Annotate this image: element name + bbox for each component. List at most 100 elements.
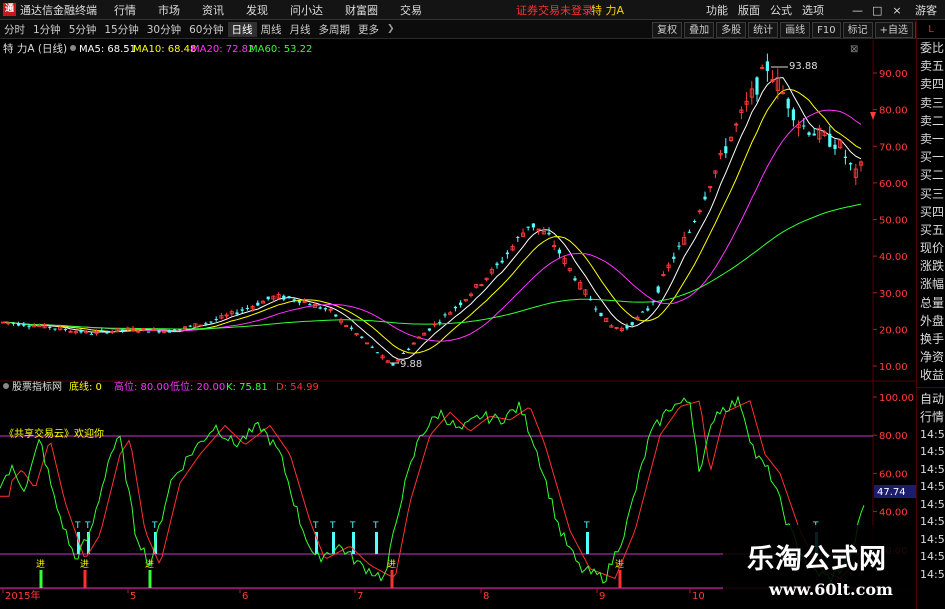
side-panel-head[interactable]: L bbox=[917, 20, 945, 39]
period-1min[interactable]: 1分钟 bbox=[29, 22, 65, 37]
maximize-icon[interactable]: □ bbox=[867, 4, 887, 17]
main-y-tick-label: 50.00 bbox=[879, 216, 908, 227]
side-item-12: 涨跌 bbox=[920, 259, 945, 274]
side-item-9: 买四 bbox=[920, 204, 945, 219]
indicator-param-k: K: 75.81 bbox=[226, 382, 268, 393]
candle-body bbox=[557, 249, 561, 254]
watermark-url: www.60lt.com bbox=[769, 580, 893, 599]
menu-market[interactable]: 市场 bbox=[147, 2, 191, 18]
signal-buy-bar bbox=[83, 570, 87, 588]
candle-body bbox=[266, 296, 270, 300]
candle-body bbox=[802, 125, 806, 127]
time-tick-label: 10 bbox=[692, 591, 705, 600]
main-y-tick-label: 40.00 bbox=[879, 252, 908, 263]
draw-button[interactable]: 画线 bbox=[780, 21, 811, 38]
menu-formula[interactable]: 公式 bbox=[765, 2, 797, 18]
side-tab-auto[interactable]: 自动 bbox=[917, 390, 945, 408]
mark-button[interactable]: 标记 bbox=[842, 21, 873, 38]
menu-function[interactable]: 功能 bbox=[701, 2, 733, 18]
period-30min[interactable]: 30分钟 bbox=[143, 22, 185, 37]
guest-label[interactable]: 游客 bbox=[907, 2, 945, 18]
period-15min[interactable]: 15分钟 bbox=[100, 22, 142, 37]
indicator-param-d: D: 54.99 bbox=[276, 382, 319, 393]
side-time-8: 14:50 bbox=[920, 567, 945, 581]
overlay-button[interactable]: 叠加 bbox=[684, 21, 715, 38]
side-time-1: 14:50 bbox=[920, 445, 945, 459]
signal-t-label: T bbox=[372, 521, 379, 531]
menu-options[interactable]: 选项 bbox=[797, 2, 829, 18]
minimize-icon[interactable]: — bbox=[847, 4, 867, 17]
watermark-text: 乐淘公式网 bbox=[747, 544, 887, 575]
menu-quotes[interactable]: 行情 bbox=[103, 2, 147, 18]
candle-body bbox=[599, 312, 603, 317]
adjust-button[interactable]: 复权 bbox=[652, 21, 683, 38]
period-timeshare[interactable]: 分时 bbox=[0, 22, 29, 37]
f10-button[interactable]: F10 bbox=[812, 21, 841, 38]
period-multi[interactable]: 多周期 bbox=[315, 22, 355, 37]
legend-gear-icon[interactable] bbox=[70, 45, 76, 51]
main-y-tick-label: 30.00 bbox=[879, 289, 908, 300]
candle-body bbox=[214, 319, 218, 321]
toolbar-right: 复权 叠加 多股 统计 画线 F10 标记 +自选 返回 bbox=[650, 20, 945, 39]
period-5min[interactable]: 5分钟 bbox=[65, 22, 101, 37]
menu-wealth[interactable]: 财富圈 bbox=[334, 2, 389, 18]
close-icon[interactable]: × bbox=[887, 4, 907, 17]
right-menu: 功能 版面 公式 选项 — □ × 游客 bbox=[701, 0, 945, 20]
candle-body bbox=[693, 220, 697, 223]
side-item-3: 卖三 bbox=[920, 95, 945, 110]
ind-y-tick-label: 80.00 bbox=[879, 431, 908, 442]
chart-area[interactable]: 特 力A (日线) MA5: 68.51 MA10: 68.48 MA20: 7… bbox=[0, 40, 916, 602]
side-time-6: 14:50 bbox=[920, 532, 945, 546]
candle-body bbox=[240, 309, 244, 311]
candle-body bbox=[651, 301, 655, 303]
low-price-label: 9.88 bbox=[400, 359, 422, 370]
candle-body bbox=[89, 333, 93, 335]
signal-buy-bar bbox=[148, 570, 152, 588]
signal-buy-bar bbox=[390, 570, 394, 588]
period-weekly[interactable]: 周线 bbox=[257, 22, 286, 37]
menu-ask[interactable]: 问小达 bbox=[279, 2, 334, 18]
indicator-banner: 《共享交易云》欢迎你 bbox=[4, 427, 104, 440]
side-item-15: 外盘 bbox=[920, 313, 945, 328]
candle-body bbox=[526, 226, 530, 228]
candle-body bbox=[48, 326, 52, 328]
period-daily[interactable]: 日线 bbox=[227, 21, 257, 37]
candle-body bbox=[256, 302, 260, 306]
candle-body bbox=[147, 331, 151, 333]
side-item-1: 卖五 bbox=[920, 59, 945, 74]
signal-t-label: T bbox=[151, 521, 158, 531]
kline-chart-svg[interactable]: 特 力A (日线) MA5: 68.51 MA10: 68.48 MA20: 7… bbox=[0, 40, 916, 602]
menu-layout[interactable]: 版面 bbox=[733, 2, 765, 18]
period-60min[interactable]: 60分钟 bbox=[185, 22, 227, 37]
pane-scale-icon[interactable]: ⊠ bbox=[850, 44, 858, 55]
side-tab-quote[interactable]: 行情 bbox=[917, 408, 945, 426]
side-time-4: 14:50 bbox=[920, 497, 945, 511]
candle-body bbox=[500, 260, 504, 263]
chevron-right-icon[interactable]: ❯ bbox=[383, 24, 399, 34]
side-item-5: 卖一 bbox=[920, 131, 945, 146]
candle-body bbox=[625, 325, 629, 329]
indicator-gear-icon[interactable] bbox=[3, 383, 9, 389]
candle-body bbox=[443, 314, 447, 316]
period-more[interactable]: 更多 bbox=[354, 22, 383, 37]
candle-body bbox=[453, 306, 457, 309]
login-status[interactable]: 证券交易未登录 bbox=[516, 2, 593, 18]
candle-body bbox=[282, 295, 286, 300]
period-toolbar: 分时 1分钟 5分钟 15分钟 30分钟 60分钟 日线 周线 月线 多周期 更… bbox=[0, 20, 945, 39]
side-item-10: 买五 bbox=[920, 222, 945, 237]
period-monthly[interactable]: 月线 bbox=[286, 22, 315, 37]
watermark-overlay: 乐淘公式网 www.60lt.com bbox=[723, 525, 916, 609]
menu-news[interactable]: 资讯 bbox=[191, 2, 235, 18]
menu-trade[interactable]: 交易 bbox=[389, 2, 433, 18]
side-time-5: 14:50 bbox=[920, 515, 945, 529]
candle-body bbox=[547, 232, 551, 235]
candle-body bbox=[687, 231, 691, 233]
candle-body bbox=[173, 329, 177, 332]
stats-button[interactable]: 统计 bbox=[748, 21, 779, 38]
add-watchlist-button[interactable]: +自选 bbox=[874, 21, 913, 38]
menu-discover[interactable]: 发现 bbox=[235, 2, 279, 18]
main-y-tick-label: 60.00 bbox=[879, 179, 908, 190]
multi-stock-button[interactable]: 多股 bbox=[716, 21, 747, 38]
ind-y-tick-label: 60.00 bbox=[879, 469, 908, 480]
candle-body bbox=[589, 298, 593, 301]
